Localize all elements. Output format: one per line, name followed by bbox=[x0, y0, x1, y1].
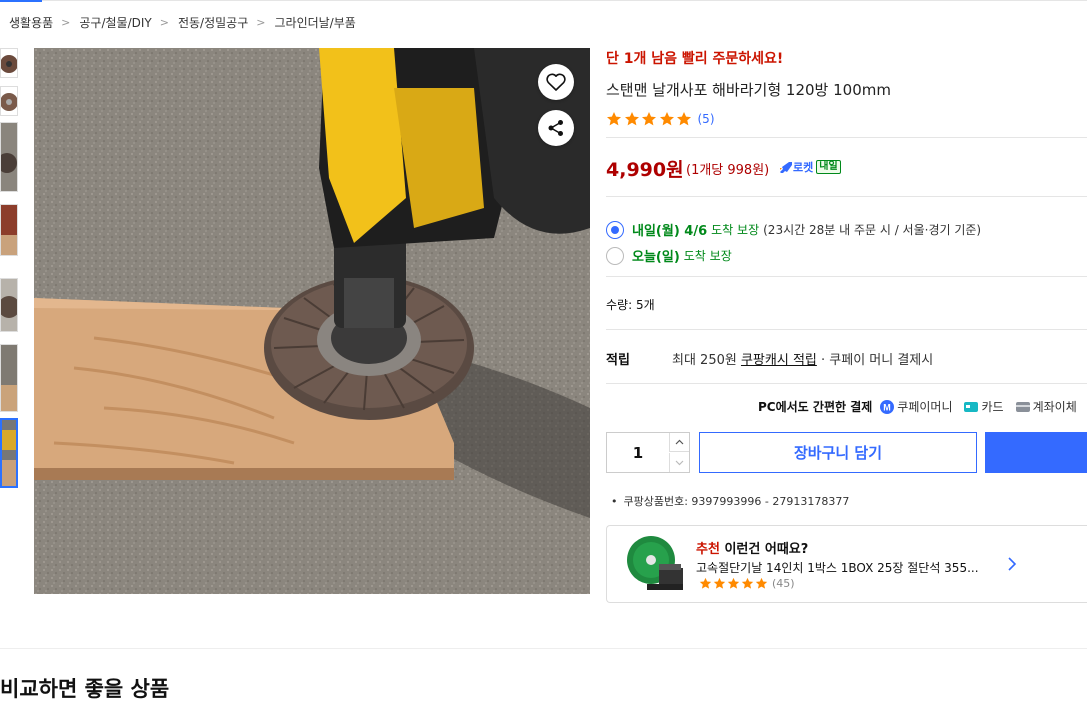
star-icon bbox=[659, 112, 674, 126]
payment-card: 카드 bbox=[964, 398, 1004, 415]
divider bbox=[606, 276, 1087, 277]
payment-methods: PC에서도 간편한 결제 M 쿠페이머니 카드 계좌이체 bbox=[758, 398, 1087, 415]
quantity-info: 수량: 5개 bbox=[606, 298, 655, 312]
product-number: • 쿠팡상품번호: 9397993996 - 27913178377 bbox=[611, 495, 850, 508]
points-amount: 최대 250원 bbox=[672, 353, 737, 368]
breadcrumb-item-grinder-parts[interactable]: 그라인더날/부품 bbox=[274, 14, 355, 31]
recommended-review-count: (45) bbox=[772, 577, 795, 590]
share-icon bbox=[548, 120, 563, 136]
breadcrumb-item-living[interactable]: 생활용품 bbox=[9, 14, 53, 31]
delivery-option-today[interactable]: 오늘(일) 도착 보장 bbox=[606, 246, 732, 265]
svg-text:M: M bbox=[884, 402, 892, 412]
star-icon bbox=[713, 577, 726, 589]
chevron-up-icon bbox=[675, 439, 684, 445]
payment-coupay-money: M 쿠페이머니 bbox=[880, 398, 952, 415]
recommended-product-rating: (45) bbox=[699, 577, 795, 590]
delivery-note: (23시간 28분 내 주문 시 / 서울·경기 기준) bbox=[763, 223, 982, 237]
delivery-date: 내일(월) 4/6 bbox=[632, 224, 708, 239]
top-border bbox=[0, 0, 1087, 1]
chevron-right-icon[interactable] bbox=[1007, 556, 1017, 572]
chevron-down-icon bbox=[675, 460, 684, 465]
chevron-right-icon: > bbox=[159, 16, 169, 29]
radio-button-selected[interactable] bbox=[606, 220, 624, 239]
rocket-icon bbox=[780, 162, 792, 173]
breadcrumb-item-tools[interactable]: 공구/철물/DIY bbox=[79, 14, 151, 31]
coupay-money-icon: M bbox=[880, 399, 895, 414]
thumbnail-1[interactable] bbox=[0, 48, 18, 78]
points-label: 적립 bbox=[606, 353, 630, 368]
star-icon bbox=[677, 112, 691, 126]
heart-icon bbox=[546, 73, 566, 91]
thumbnail-6[interactable] bbox=[0, 344, 18, 412]
divider bbox=[606, 383, 1087, 384]
thumbnail-5[interactable] bbox=[0, 278, 18, 332]
active-tab-indicator bbox=[0, 0, 42, 2]
thumbnail-2[interactable] bbox=[0, 86, 18, 116]
rocket-delivery-badge: 로켓 내일 bbox=[779, 159, 841, 175]
recommendation-heading: 추천 이런건 어때요? bbox=[696, 542, 809, 557]
card-icon bbox=[964, 401, 979, 412]
quantity-stepper: 1 bbox=[606, 432, 690, 473]
thumbnail-3[interactable] bbox=[0, 122, 18, 192]
delivery-date: 오늘(일) bbox=[632, 250, 680, 265]
bank-icon bbox=[1015, 401, 1030, 412]
stock-warning: 단 1개 남음 빨리 주문하세요! bbox=[606, 51, 784, 67]
quantity-increase-button[interactable] bbox=[669, 433, 689, 452]
share-button[interactable] bbox=[538, 110, 574, 146]
payment-bank-transfer: 계좌이체 bbox=[1015, 398, 1077, 415]
radio-button[interactable] bbox=[606, 246, 624, 265]
star-icon bbox=[642, 112, 656, 126]
payment-lead: PC에서도 간편한 결제 bbox=[758, 400, 873, 414]
divider bbox=[606, 329, 1087, 330]
chevron-right-icon: > bbox=[61, 16, 71, 29]
recommended-product-title[interactable]: 고속절단기날 14인치 1박스 1BOX 25장 절단석 355... bbox=[696, 559, 996, 576]
add-to-cart-button[interactable]: 장바구니 담기 bbox=[699, 432, 977, 473]
wishlist-button[interactable] bbox=[538, 64, 574, 100]
product-main-image bbox=[34, 48, 590, 594]
sale-price: 4,990원 bbox=[606, 159, 684, 181]
chevron-right-icon: > bbox=[256, 16, 266, 29]
delivery-guarantee: 도착 보장 bbox=[711, 223, 760, 237]
points-condition: · 쿠페이 머니 결제시 bbox=[821, 353, 934, 368]
recommendation-card[interactable]: 추천 이런건 어때요? 고속절단기날 14인치 1박스 1BOX 25장 절단석… bbox=[606, 525, 1087, 603]
divider bbox=[606, 196, 1087, 197]
delivery-guarantee: 도착 보장 bbox=[683, 249, 732, 263]
rocket-tag: 내일 bbox=[816, 160, 841, 174]
quantity-decrease-button[interactable] bbox=[669, 453, 689, 472]
coupang-cash-link[interactable]: 쿠팡캐시 적립 bbox=[741, 353, 817, 368]
product-rating[interactable]: (5) bbox=[606, 111, 715, 127]
star-icon bbox=[755, 577, 768, 589]
star-icon bbox=[727, 577, 740, 589]
recommended-product-image bbox=[625, 534, 687, 594]
breadcrumb-item-power-tools[interactable]: 전동/정밀공구 bbox=[178, 14, 248, 31]
section-title: 비교하면 좋을 상품 bbox=[0, 677, 170, 701]
unit-price: (1개당 998원) bbox=[686, 163, 770, 178]
points-info: 최대 250원 쿠팡캐시 적립 · 쿠페이 머니 결제시 bbox=[672, 349, 933, 368]
star-icon bbox=[699, 577, 712, 589]
star-icon bbox=[741, 577, 754, 589]
breadcrumb: 생활용품 > 공구/철물/DIY > 전동/정밀공구 > 그라인더날/부품 bbox=[9, 14, 356, 31]
delivery-option-tomorrow[interactable]: 내일(월) 4/6 도착 보장 (23시간 28분 내 주문 시 / 서울·경기… bbox=[606, 220, 981, 239]
rocket-label: 로켓 bbox=[793, 161, 814, 174]
section-divider bbox=[0, 648, 1087, 649]
star-icon bbox=[624, 112, 639, 126]
bullet-icon: • bbox=[611, 495, 618, 508]
quantity-input[interactable]: 1 bbox=[607, 433, 669, 472]
star-icon bbox=[607, 112, 621, 126]
thumbnail-4[interactable] bbox=[0, 204, 18, 256]
product-title: 스탠맨 날개사포 해바라기형 120방 100mm bbox=[606, 81, 891, 99]
thumbnail-7-active[interactable] bbox=[0, 418, 18, 488]
buy-now-button[interactable] bbox=[985, 432, 1087, 473]
review-count-link[interactable]: (5) bbox=[698, 112, 715, 126]
divider bbox=[606, 137, 1087, 138]
